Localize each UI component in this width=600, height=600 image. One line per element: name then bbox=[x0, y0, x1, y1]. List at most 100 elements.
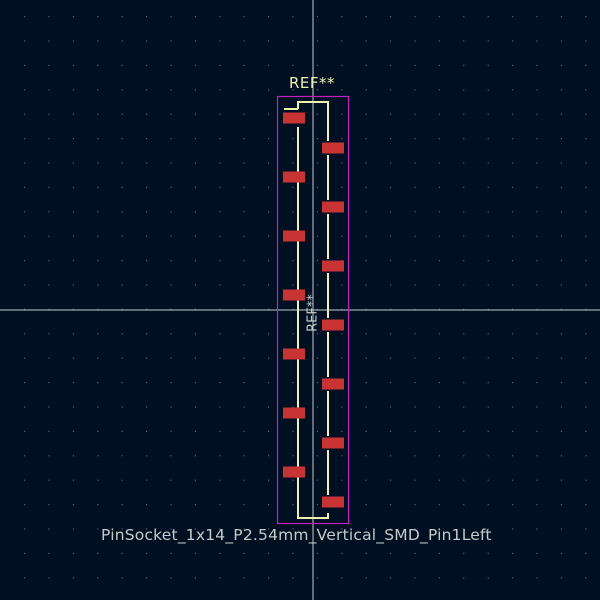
grid-dot bbox=[536, 479, 538, 481]
grid-dot bbox=[24, 16, 26, 18]
grid-dot bbox=[194, 16, 196, 18]
grid-dot bbox=[292, 260, 294, 262]
grid-dot bbox=[97, 162, 99, 164]
grid-dot bbox=[121, 382, 123, 384]
grid-dot bbox=[219, 40, 221, 42]
grid-dot bbox=[243, 552, 245, 554]
smd-pad-right[interactable] bbox=[322, 496, 344, 508]
grid-dot bbox=[585, 89, 587, 91]
grid-dot bbox=[414, 40, 416, 42]
grid-dot bbox=[194, 162, 196, 164]
grid-dot bbox=[585, 284, 587, 286]
smd-pad-left[interactable] bbox=[283, 348, 305, 360]
smd-pad-left[interactable] bbox=[283, 112, 305, 124]
grid-dot bbox=[97, 455, 99, 457]
smd-pad-left[interactable] bbox=[283, 466, 305, 478]
grid-dot bbox=[292, 64, 294, 66]
grid-dot bbox=[243, 64, 245, 66]
grid-dot bbox=[121, 260, 123, 262]
grid-dot bbox=[170, 16, 172, 18]
grid-dot bbox=[292, 186, 294, 188]
grid-dot bbox=[194, 113, 196, 115]
grid-dot bbox=[194, 357, 196, 359]
grid-dot bbox=[243, 113, 245, 115]
grid-dot bbox=[121, 333, 123, 335]
grid-dot bbox=[463, 16, 465, 18]
grid-dot bbox=[97, 406, 99, 408]
grid-dot bbox=[585, 211, 587, 213]
grid-dot bbox=[146, 186, 148, 188]
grid-dot bbox=[341, 64, 343, 66]
grid-dot bbox=[24, 479, 26, 481]
grid-dot bbox=[463, 333, 465, 335]
grid-dot bbox=[341, 138, 343, 140]
smd-pad-right[interactable] bbox=[322, 378, 344, 390]
smd-pad-left[interactable] bbox=[283, 171, 305, 183]
grid-dot bbox=[243, 138, 245, 140]
reference-designator[interactable]: REF** bbox=[289, 74, 335, 92]
grid-dot bbox=[24, 186, 26, 188]
grid-dot bbox=[72, 382, 74, 384]
grid-dot bbox=[121, 577, 123, 579]
grid-dot bbox=[463, 64, 465, 66]
grid-dot bbox=[243, 40, 245, 42]
grid-dot bbox=[512, 284, 514, 286]
grid-dot bbox=[536, 455, 538, 457]
grid-dot bbox=[390, 406, 392, 408]
grid-dot bbox=[97, 186, 99, 188]
grid-dot bbox=[97, 430, 99, 432]
grid-dot bbox=[438, 16, 440, 18]
grid-dot bbox=[390, 64, 392, 66]
grid-dot bbox=[365, 211, 367, 213]
smd-pad-right[interactable] bbox=[322, 437, 344, 449]
grid-dot bbox=[97, 382, 99, 384]
smd-pad-right[interactable] bbox=[322, 142, 344, 154]
grid-dot bbox=[414, 284, 416, 286]
grid-dot bbox=[170, 406, 172, 408]
grid-dot bbox=[170, 64, 172, 66]
grid-dot bbox=[463, 455, 465, 457]
smd-pad-right[interactable] bbox=[322, 319, 344, 331]
grid-dot bbox=[316, 504, 318, 506]
fab-reference-designator[interactable]: REF** bbox=[306, 294, 321, 332]
grid-dot bbox=[97, 235, 99, 237]
grid-dot bbox=[219, 211, 221, 213]
grid-dot bbox=[268, 382, 270, 384]
grid-dot bbox=[512, 455, 514, 457]
grid-dot bbox=[48, 16, 50, 18]
grid-dot bbox=[194, 284, 196, 286]
smd-pad-left[interactable] bbox=[283, 289, 305, 301]
grid-dot bbox=[560, 16, 562, 18]
grid-dot bbox=[24, 64, 26, 66]
grid-dot bbox=[24, 138, 26, 140]
grid-dot bbox=[585, 577, 587, 579]
grid-dot bbox=[585, 455, 587, 457]
grid-dot bbox=[268, 138, 270, 140]
grid-dot bbox=[121, 430, 123, 432]
smd-pad-left[interactable] bbox=[283, 230, 305, 242]
grid-dot bbox=[438, 89, 440, 91]
grid-dot bbox=[438, 552, 440, 554]
grid-dot bbox=[72, 211, 74, 213]
smd-pad-right[interactable] bbox=[322, 201, 344, 213]
grid-dot bbox=[72, 552, 74, 554]
grid-dot bbox=[536, 552, 538, 554]
grid-dot bbox=[72, 504, 74, 506]
smd-pad-right[interactable] bbox=[322, 260, 344, 272]
smd-pad-left[interactable] bbox=[283, 407, 305, 419]
grid-dot bbox=[341, 577, 343, 579]
grid-dot bbox=[365, 455, 367, 457]
grid-dot bbox=[512, 382, 514, 384]
grid-dot bbox=[438, 406, 440, 408]
grid-dot bbox=[24, 552, 26, 554]
grid-dot bbox=[585, 528, 587, 530]
grid-dot bbox=[585, 333, 587, 335]
grid-dot bbox=[463, 382, 465, 384]
grid-dot bbox=[194, 333, 196, 335]
grid-dot bbox=[414, 235, 416, 237]
grid-dot bbox=[414, 357, 416, 359]
grid-dot bbox=[414, 211, 416, 213]
grid-dot bbox=[316, 260, 318, 262]
footprint-value-label[interactable]: PinSocket_1x14_P2.54mm_Vertical_SMD_Pin1… bbox=[101, 526, 492, 544]
grid-dot bbox=[146, 479, 148, 481]
